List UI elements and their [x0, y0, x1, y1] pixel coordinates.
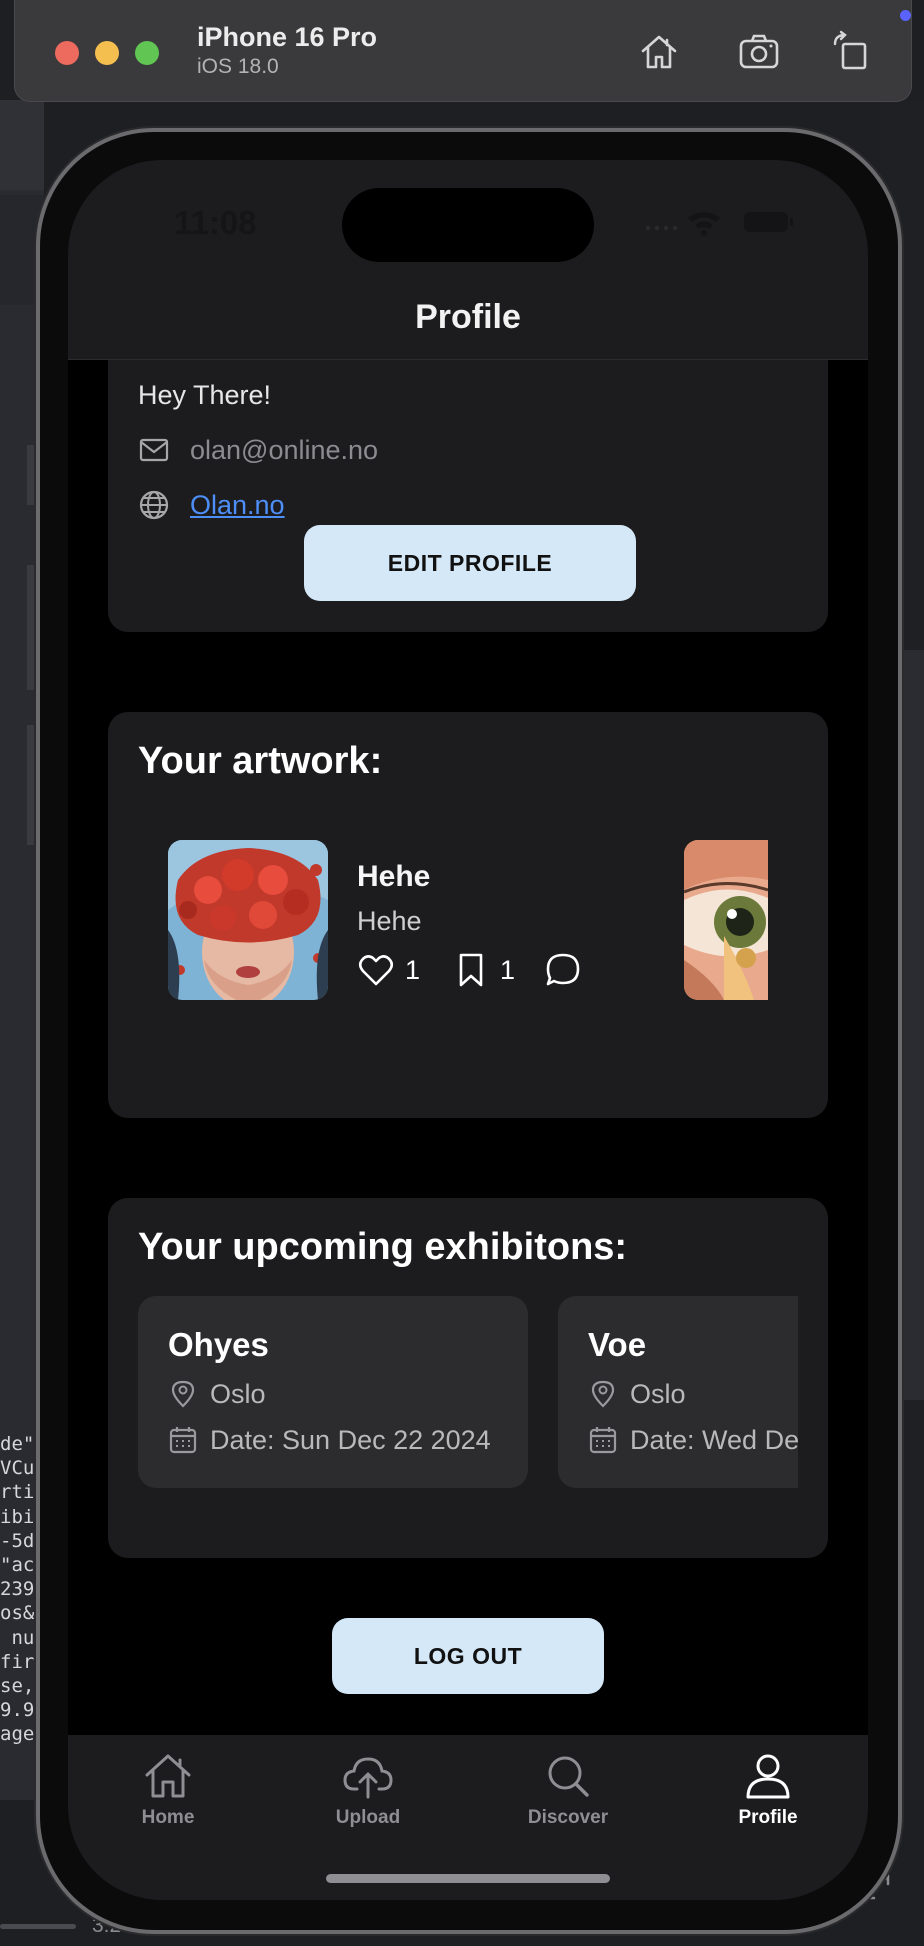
screenshot-icon[interactable] — [737, 30, 781, 74]
recording-indicator — [900, 10, 911, 21]
phone-screen: Hey There! olan@online.no Olan.no EDIT P… — [68, 160, 868, 1900]
artwork-thumbnail[interactable] — [684, 840, 768, 1000]
signal-icon — [645, 225, 651, 231]
tab-label: Home — [141, 1807, 195, 1828]
profile-website-link[interactable]: Olan.no — [190, 490, 285, 521]
navigation-header: Profile — [68, 280, 868, 360]
editor-gutter-mark — [27, 445, 35, 505]
calendar-icon — [169, 1427, 197, 1454]
exhibition-date-row: Date: Sun Dec 22 2024 — [168, 1422, 491, 1458]
profile-card: Hey There! olan@online.no Olan.no EDIT P… — [108, 350, 828, 632]
exhibitions-carousel[interactable]: Ohyes Oslo Date: Sun Dec 22 2024 Voe Osl… — [138, 1296, 798, 1488]
exhibition-location-row: Oslo — [588, 1376, 686, 1412]
status-time: 11:08 — [174, 204, 257, 241]
tab-profile[interactable]: Profile — [688, 1751, 848, 1841]
exhibition-date-row: Date: Wed Dec — [588, 1422, 798, 1458]
rotate-icon[interactable] — [831, 30, 875, 74]
globe-icon — [139, 490, 169, 520]
minimize-window-button[interactable] — [95, 41, 119, 65]
tab-discover[interactable]: Discover — [488, 1751, 648, 1841]
simulator-os-version: iOS 18.0 — [197, 55, 279, 78]
tab-label: Upload — [335, 1807, 401, 1828]
exhibition-date: Date: Sun Dec 22 2024 — [210, 1424, 491, 1455]
video-progress-bar[interactable] — [0, 1924, 76, 1929]
tab-home[interactable]: Home — [88, 1751, 248, 1841]
bookmark-icon[interactable] — [452, 951, 490, 989]
home-icon[interactable] — [637, 30, 681, 74]
editor-left-header — [0, 100, 44, 190]
like-count: 1 — [405, 954, 421, 985]
cloud-upload-icon — [343, 1757, 393, 1799]
tab-label: Discover — [527, 1807, 609, 1828]
home-icon — [145, 1754, 191, 1798]
user-icon — [746, 1754, 790, 1799]
exhibition-title: Voe — [588, 1326, 647, 1363]
status-icons — [645, 212, 793, 236]
editor-gutter-mark — [27, 725, 35, 845]
website-row: Olan.no — [138, 487, 285, 523]
artwork-card: Your artwork: Hehe Hehe 1 1 — [108, 712, 828, 1118]
page-title: Profile — [415, 298, 521, 336]
simulator-device-name: iPhone 16 Pro — [197, 22, 378, 52]
dynamic-island — [342, 188, 594, 262]
artwork-thumbnail[interactable] — [168, 840, 328, 1000]
artwork-heading: Your artwork: — [138, 740, 383, 782]
comment-icon[interactable] — [544, 951, 582, 989]
log-out-button[interactable]: LOG OUT — [332, 1618, 604, 1694]
exhibitions-heading: Your upcoming exhibitons: — [138, 1226, 628, 1268]
location-pin-icon — [171, 1380, 195, 1408]
save-count: 1 — [500, 954, 516, 985]
artwork-image — [168, 840, 328, 1000]
artwork-title: Hehe — [357, 860, 431, 893]
edit-profile-button[interactable]: EDIT PROFILE — [304, 525, 636, 601]
location-pin-icon — [591, 1380, 615, 1408]
exhibitions-card: Your upcoming exhibitons: Ohyes Oslo Dat… — [108, 1198, 828, 1558]
exhibition-location: Oslo — [210, 1378, 266, 1409]
exhibition-location-row: Oslo — [168, 1376, 266, 1412]
zoom-window-button[interactable] — [135, 41, 159, 65]
calendar-icon — [589, 1427, 617, 1454]
tab-label: Profile — [738, 1807, 798, 1828]
home-indicator[interactable] — [326, 1874, 610, 1883]
exhibition-location: Oslo — [630, 1378, 686, 1409]
battery-icon — [744, 212, 788, 232]
desktop-background: de" VCu rti ibi -5d "ac 239 os& nu fir s… — [0, 0, 924, 1946]
console-output: de" VCu rti ibi -5d "ac 239 os& nu fir s… — [0, 1433, 35, 1746]
comment-stat[interactable] — [544, 948, 582, 992]
exhibition-title: Ohyes — [168, 1326, 269, 1363]
exhibition-card[interactable]: Ohyes Oslo Date: Sun Dec 22 2024 — [138, 1296, 528, 1488]
wifi-icon — [688, 212, 720, 222]
heart-icon[interactable] — [357, 951, 395, 989]
simulator-toolbar: iPhone 16 Pro iOS 18.0 — [14, 0, 912, 102]
save-stat[interactable]: 1 — [452, 948, 515, 992]
profile-greeting: Hey There! — [138, 380, 272, 410]
profile-email: olan@online.no — [190, 434, 379, 465]
exhibition-card[interactable]: Voe Oslo Date: Wed Dec — [558, 1296, 798, 1488]
editor-right-scrollbar[interactable] — [900, 650, 924, 1400]
status-bar: 11:08 — [68, 160, 868, 280]
search-icon — [548, 1756, 589, 1797]
editor-gutter-mark — [27, 565, 35, 690]
artwork-image — [684, 840, 768, 1000]
mail-icon — [139, 438, 169, 462]
like-stat[interactable]: 1 — [357, 948, 420, 992]
close-window-button[interactable] — [55, 41, 79, 65]
tab-upload[interactable]: Upload — [288, 1751, 448, 1841]
exhibition-date: Date: Wed Dec — [630, 1424, 798, 1455]
email-row: olan@online.no — [138, 432, 378, 468]
tab-bar: Home Upload Discover Profile — [68, 1735, 868, 1900]
artwork-description: Hehe — [357, 906, 422, 936]
